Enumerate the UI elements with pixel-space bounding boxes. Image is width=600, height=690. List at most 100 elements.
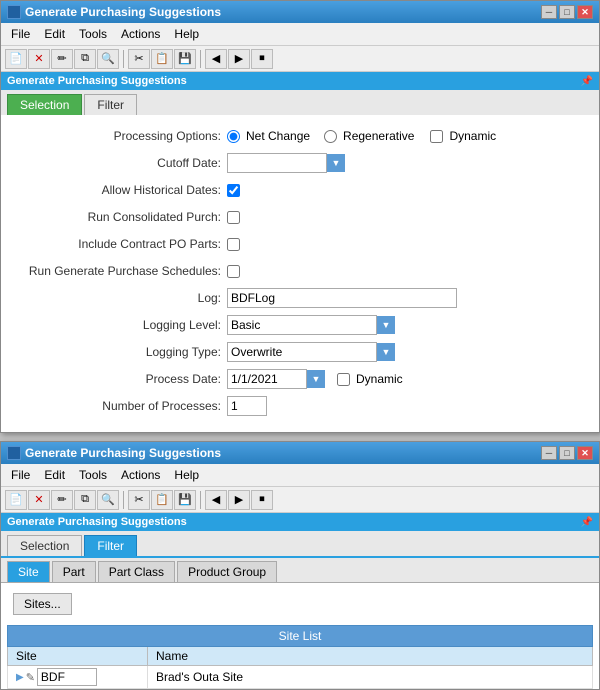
- cut-button-2[interactable]: ✂: [128, 490, 150, 510]
- logging-type-arrow[interactable]: ▼: [377, 343, 395, 361]
- menu-tools-1[interactable]: Tools: [73, 25, 113, 43]
- sites-button[interactable]: Sites...: [13, 593, 72, 615]
- tab-filter-1[interactable]: Filter: [84, 94, 137, 115]
- copy2-button-1[interactable]: ⧉: [74, 49, 96, 69]
- section-header-2: Generate Purchasing Suggestions 📌: [1, 513, 599, 531]
- cutoff-date-input[interactable]: [227, 153, 327, 173]
- site-list-table: Site List Site Name ▶ ✎ Brad': [7, 625, 593, 689]
- delete-button-2[interactable]: ✕: [28, 490, 50, 510]
- logging-level-input[interactable]: [227, 315, 377, 335]
- log-row: Log:: [21, 287, 579, 309]
- run-consolidated-checkbox[interactable]: [227, 211, 240, 224]
- new-button-1[interactable]: 📄: [5, 49, 27, 69]
- edit-button-1[interactable]: ✏: [51, 49, 73, 69]
- logging-level-row: Logging Level: ▼: [21, 314, 579, 336]
- logging-level-arrow[interactable]: ▼: [377, 316, 395, 334]
- minimize-button-2[interactable]: ─: [541, 446, 557, 460]
- window-2: Generate Purchasing Suggestions ─ □ ✕ Fi…: [0, 441, 600, 690]
- back-button-1[interactable]: ◀: [205, 49, 227, 69]
- num-processes-input[interactable]: [227, 396, 267, 416]
- paste-button-2[interactable]: 📋: [151, 490, 173, 510]
- cutoff-date-wrapper: ▼: [227, 153, 345, 173]
- run-generate-checkbox[interactable]: [227, 265, 240, 278]
- menu-actions-1[interactable]: Actions: [115, 25, 166, 43]
- close-button-2[interactable]: ✕: [577, 446, 593, 460]
- menu-bar-2: File Edit Tools Actions Help: [1, 464, 599, 487]
- cut-button-1[interactable]: ✂: [128, 49, 150, 69]
- forward-button-2[interactable]: ▶: [228, 490, 250, 510]
- menu-tools-2[interactable]: Tools: [73, 466, 113, 484]
- row-arrow-icon: ▶: [16, 672, 24, 683]
- title-bar-2: Generate Purchasing Suggestions ─ □ ✕: [1, 442, 599, 464]
- inner-tab-site[interactable]: Site: [7, 561, 50, 582]
- table-body: ▶ ✎ Brad's Outa Site: [8, 666, 593, 689]
- menu-edit-2[interactable]: Edit: [38, 466, 71, 484]
- minimize-button-1[interactable]: ─: [541, 5, 557, 19]
- allow-historical-checkbox[interactable]: [227, 184, 240, 197]
- menu-bar-1: File Edit Tools Actions Help: [1, 23, 599, 46]
- cutoff-date-arrow[interactable]: ▼: [327, 154, 345, 172]
- tab-selection-1[interactable]: Selection: [7, 94, 82, 115]
- maximize-button-2[interactable]: □: [559, 446, 575, 460]
- logging-level-label: Logging Level:: [21, 318, 221, 332]
- maximize-button-1[interactable]: □: [559, 5, 575, 19]
- tab-filter-2[interactable]: Filter: [84, 535, 137, 556]
- log-input[interactable]: [227, 288, 457, 308]
- edit-button-2[interactable]: ✏: [51, 490, 73, 510]
- forward-button-1[interactable]: ▶: [228, 49, 250, 69]
- allow-historical-row: Allow Historical Dates:: [21, 179, 579, 201]
- tab-selection-2[interactable]: Selection: [7, 535, 82, 556]
- cutoff-date-row: Cutoff Date: ▼: [21, 152, 579, 174]
- section-title-1: Generate Purchasing Suggestions: [7, 75, 187, 87]
- pin-icon-2[interactable]: 📌: [581, 517, 593, 528]
- title-controls-1: ─ □ ✕: [541, 5, 593, 19]
- menu-file-2[interactable]: File: [5, 466, 36, 484]
- menu-file-1[interactable]: File: [5, 25, 36, 43]
- close-button-1[interactable]: ✕: [577, 5, 593, 19]
- edit-row-icon: ✎: [26, 671, 35, 684]
- site-input[interactable]: [37, 668, 97, 686]
- include-contract-control: [227, 238, 240, 251]
- logging-type-control: ▼: [227, 342, 395, 362]
- inner-tab-product-group[interactable]: Product Group: [177, 561, 277, 582]
- window-title-2: Generate Purchasing Suggestions: [25, 446, 221, 460]
- toolbar-2: 📄 ✕ ✏ ⧉ 🔍 ✂ 📋 💾 ◀ ▶ ⏹: [1, 487, 599, 513]
- inner-tabs: Site Part Part Class Product Group: [1, 558, 599, 583]
- logging-type-input[interactable]: [227, 342, 377, 362]
- regenerative-radio[interactable]: [324, 130, 337, 143]
- back-button-2[interactable]: ◀: [205, 490, 227, 510]
- row-site-cell: ▶ ✎: [8, 666, 148, 689]
- dynamic-label-1: Dynamic: [449, 129, 496, 143]
- menu-help-2[interactable]: Help: [168, 466, 205, 484]
- window-icon-2: [7, 446, 21, 460]
- save-button-2[interactable]: 💾: [174, 490, 196, 510]
- window-title-1: Generate Purchasing Suggestions: [25, 5, 221, 19]
- process-date-arrow[interactable]: ▼: [307, 370, 325, 388]
- table-header-group: Site List: [8, 626, 593, 647]
- inner-tab-part[interactable]: Part: [52, 561, 96, 582]
- stop-button-1[interactable]: ⏹: [251, 49, 273, 69]
- search-button-1[interactable]: 🔍: [97, 49, 119, 69]
- save-button-1[interactable]: 💾: [174, 49, 196, 69]
- process-dynamic-checkbox[interactable]: [337, 373, 350, 386]
- net-change-radio[interactable]: [227, 130, 240, 143]
- include-contract-row: Include Contract PO Parts:: [21, 233, 579, 255]
- menu-edit-1[interactable]: Edit: [38, 25, 71, 43]
- menu-actions-2[interactable]: Actions: [115, 466, 166, 484]
- delete-button-1[interactable]: ✕: [28, 49, 50, 69]
- menu-help-1[interactable]: Help: [168, 25, 205, 43]
- process-date-row: Process Date: ▼ Dynamic: [21, 368, 579, 390]
- copy2-button-2[interactable]: ⧉: [74, 490, 96, 510]
- paste-button-1[interactable]: 📋: [151, 49, 173, 69]
- run-consolidated-row: Run Consolidated Purch:: [21, 206, 579, 228]
- process-date-input[interactable]: [227, 369, 307, 389]
- stop-button-2[interactable]: ⏹: [251, 490, 273, 510]
- pin-icon-1[interactable]: 📌: [581, 76, 593, 87]
- tab-bar-1: Selection Filter: [1, 90, 599, 115]
- num-processes-control: [227, 396, 267, 416]
- search-button-2[interactable]: 🔍: [97, 490, 119, 510]
- include-contract-checkbox[interactable]: [227, 238, 240, 251]
- dynamic-checkbox-1[interactable]: [430, 130, 443, 143]
- inner-tab-part-class[interactable]: Part Class: [98, 561, 175, 582]
- new-button-2[interactable]: 📄: [5, 490, 27, 510]
